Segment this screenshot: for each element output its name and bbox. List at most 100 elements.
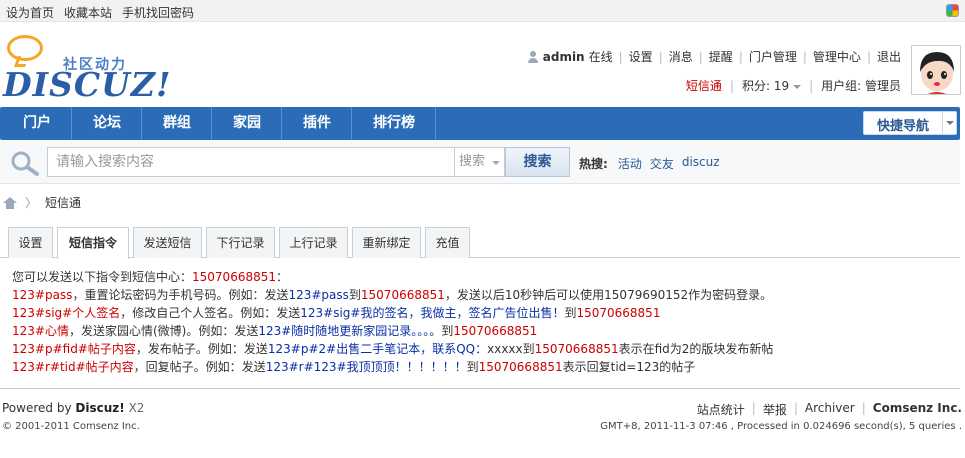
tab-inbound-log[interactable]: 上行记录 <box>279 227 348 258</box>
tab-sms-commands[interactable]: 短信指令 <box>57 227 129 259</box>
command-to: 到 <box>348 288 361 302</box>
mobile-password-recovery-link[interactable]: 手机找回密码 <box>122 4 194 21</box>
breadcrumb-current[interactable]: 短信通 <box>45 194 81 211</box>
online-status: 在线 <box>588 50 613 64</box>
command-row: 123#r#tid#帖子内容，回复帖子。例如：发送123#r#123#我顶顶顶！… <box>12 358 773 376</box>
nav-item-plugins[interactable]: 插件 <box>282 107 352 140</box>
quick-nav-button[interactable]: 快捷导航 <box>863 111 957 135</box>
style-switch-icon[interactable] <box>946 4 959 17</box>
bookmark-link[interactable]: 收藏本站 <box>64 4 112 21</box>
command-name: 123#心情 <box>12 324 69 338</box>
sms-link[interactable]: 短信通 <box>686 77 722 94</box>
speech-bubble-icon <box>7 35 43 61</box>
set-homepage-link[interactable]: 设为首页 <box>6 4 54 21</box>
command-row: 123#心情，发送家园心情(微博)。例如：发送123#随时随地更新家园记录。。。… <box>12 322 773 340</box>
command-description: ，回复帖子。例如：发送 <box>133 360 266 374</box>
command-name: 123#pass <box>12 288 73 302</box>
intro-text: 您可以发送以下指令到短信中心： <box>12 270 193 284</box>
report-link[interactable]: 举报 <box>763 401 787 418</box>
avatar[interactable] <box>911 45 961 95</box>
command-example: 123#p#2#出售二手笔记本，联系QQ： <box>267 342 488 356</box>
divider: | <box>793 401 798 415</box>
home-icon[interactable] <box>3 196 17 209</box>
username-link[interactable]: admin <box>543 50 585 64</box>
hot-word-link[interactable]: 交友 <box>650 155 674 172</box>
settings-link[interactable]: 设置 <box>629 48 653 65</box>
divider: | <box>866 49 871 64</box>
command-name: 123#p#fid#帖子内容 <box>12 342 136 356</box>
site-logo[interactable]: 社区动力 DISCUZ! <box>3 32 171 102</box>
user-nav: admin 在线 | 设置 | 消息 | 提醒 | 门户管理 | 管理中心 | … <box>527 48 901 65</box>
breadcrumb-separator: 〉 <box>25 196 38 210</box>
command-tail: ，发送以后10秒钟后可以使用15079690152作为密码登录。 <box>444 288 773 302</box>
hot-word-link[interactable]: discuz <box>682 155 720 172</box>
divider: | <box>809 78 814 93</box>
divider: | <box>802 49 807 64</box>
command-description: ，修改自己个人签名。例如：发送 <box>120 306 301 320</box>
command-number: 15070668851 <box>453 324 538 338</box>
tab-rebind[interactable]: 重新绑定 <box>352 227 421 258</box>
tab-send-sms[interactable]: 发送短信 <box>133 227 202 258</box>
command-to: 到 <box>441 324 454 338</box>
tab-bar: 设置 短信指令 发送短信 下行记录 上行记录 重新绑定 充值 <box>0 226 960 259</box>
comsenz-link[interactable]: Comsenz Inc. <box>873 401 962 418</box>
nav-item-groups[interactable]: 群组 <box>142 107 212 140</box>
hot-word-link[interactable]: 活动 <box>618 155 642 172</box>
footer-divider <box>0 388 960 389</box>
footer-links: 站点统计 | 举报 | Archiver | Comsenz Inc. <box>697 401 962 418</box>
nav-item-portal[interactable]: 门户 <box>2 107 72 140</box>
user-info: 短信通 | 积分: 19 | 用户组: 管理员 <box>686 77 901 94</box>
command-example: 123#pass <box>288 288 349 302</box>
divider: | <box>698 49 703 64</box>
command-to: xxxxx到 <box>487 342 535 356</box>
sms-center-number: 15070668851 <box>192 270 276 284</box>
search-type-select[interactable]: 搜索 <box>455 147 505 177</box>
command-row: 123#p#fid#帖子内容，发布帖子。例如：发送123#p#2#出售二手笔记本… <box>12 340 773 358</box>
hot-search: 热搜: 活动 交友 discuz <box>579 155 720 172</box>
discuz-link[interactable]: Discuz! <box>75 401 124 415</box>
tab-settings[interactable]: 设置 <box>8 227 53 258</box>
breadcrumb: 〉 短信通 <box>3 194 81 211</box>
tab-recharge[interactable]: 充值 <box>425 227 470 258</box>
nav-item-rankings[interactable]: 排行榜 <box>352 107 436 140</box>
user-icon <box>527 50 539 63</box>
command-to: 到 <box>466 360 479 374</box>
site-stats-link[interactable]: 站点统计 <box>697 401 745 418</box>
portal-admin-link[interactable]: 门户管理 <box>749 48 797 65</box>
search-type-label: 搜索 <box>459 154 486 169</box>
command-description: ，重置论坛密码为手机号码。例如：发送 <box>72 288 289 302</box>
divider: | <box>658 49 663 64</box>
search-input[interactable]: 请输入搜索内容 <box>47 147 455 177</box>
command-row: 123#sig#个人签名，修改自己个人签名。例如：发送123#sig#我的签名，… <box>12 304 773 322</box>
notifications-link[interactable]: 提醒 <box>709 48 733 65</box>
command-example: 123#sig#我的签名，我做主，签名广告位出售！ <box>300 306 565 320</box>
command-tail: 表示在fid为2的版块发布新帖 <box>618 342 774 356</box>
command-description: ，发送家园心情(微博)。例如：发送 <box>68 324 259 338</box>
quick-nav-label: 快捷导航 <box>877 119 930 134</box>
command-example: 123#r#123#我顶顶顶！！！！！！ <box>265 360 467 374</box>
archiver-link[interactable]: Archiver <box>805 401 855 418</box>
powered-by-text: Powered by <box>2 401 72 415</box>
command-name: 123#r#tid#帖子内容 <box>12 360 134 374</box>
tab-outbound-log[interactable]: 下行记录 <box>206 227 275 258</box>
intro-suffix: ： <box>276 270 289 284</box>
hot-search-label: 热搜: <box>579 157 608 171</box>
command-number: 15070668851 <box>360 288 445 302</box>
command-number: 15070668851 <box>478 360 563 374</box>
divider: | <box>729 78 734 93</box>
logout-link[interactable]: 退出 <box>877 48 901 65</box>
command-row: 123#pass，重置论坛密码为手机号码。例如：发送123#pass到15070… <box>12 286 773 304</box>
main-nav: 门户 论坛 群组 家园 插件 排行榜 快捷导航 <box>0 107 960 140</box>
divider: | <box>751 401 756 415</box>
messages-link[interactable]: 消息 <box>669 48 693 65</box>
search-button[interactable]: 搜索 <box>505 147 570 177</box>
admin-center-link[interactable]: 管理中心 <box>813 48 861 65</box>
top-links: 设为首页 收藏本站 手机找回密码 <box>6 4 194 21</box>
credits-menu[interactable]: 积分: 19 <box>742 77 802 94</box>
search-icon <box>11 151 39 176</box>
command-number: 15070668851 <box>534 342 619 356</box>
nav-item-forum[interactable]: 论坛 <box>72 107 142 140</box>
nav-item-home[interactable]: 家园 <box>212 107 282 140</box>
usergroup-link[interactable]: 用户组: 管理员 <box>821 77 901 94</box>
divider: | <box>738 49 743 64</box>
